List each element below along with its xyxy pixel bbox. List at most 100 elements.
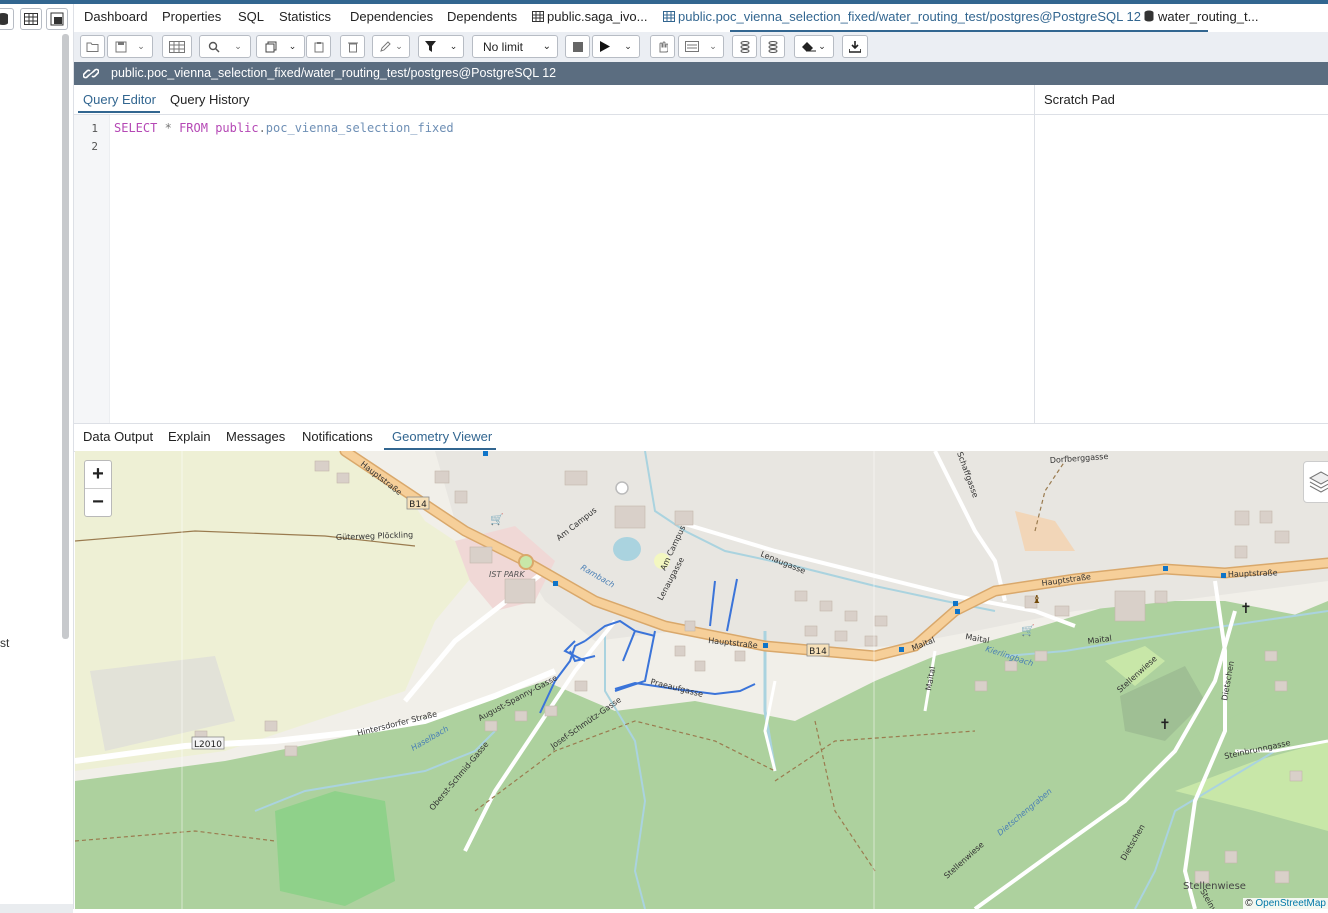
road-shield-label: B14 bbox=[809, 647, 827, 657]
road-shield-label: B14 bbox=[409, 500, 427, 510]
database-icon-button[interactable] bbox=[0, 8, 14, 30]
table-icon bbox=[663, 11, 675, 22]
clear-button[interactable]: ⌄ bbox=[794, 35, 834, 58]
stop-icon bbox=[572, 41, 583, 52]
roundabout bbox=[615, 481, 629, 495]
line-number: 1 bbox=[91, 122, 98, 135]
geometry-map[interactable]: ✝ ✝ ♝ 🛒 🛒 B14 B14 L2010 Hauptstraße Haup… bbox=[75, 451, 1328, 909]
paste-icon bbox=[314, 41, 323, 52]
sql-dot: . bbox=[258, 121, 266, 135]
search-icon bbox=[209, 41, 220, 53]
editor-tab-bar: Query Editor Query History bbox=[74, 85, 1034, 115]
tab-dependencies[interactable]: Dependencies bbox=[350, 9, 433, 24]
layers-icon bbox=[1308, 471, 1328, 493]
line-number-gutter: 1 2 bbox=[74, 115, 110, 423]
tab-properties[interactable]: Properties bbox=[162, 9, 221, 24]
bus-stop-marker bbox=[763, 643, 768, 648]
scratch-pad-title[interactable]: Scratch Pad bbox=[1044, 92, 1115, 107]
edit-button[interactable]: ⌄ bbox=[372, 35, 410, 58]
sql-operator: * bbox=[164, 121, 172, 135]
bus-stop-marker bbox=[953, 601, 958, 606]
zoom-control: + − bbox=[84, 460, 112, 517]
object-explorer-panel: st bbox=[0, 4, 74, 913]
sql-table-name: poc_vienna_selection_fixed bbox=[265, 121, 454, 135]
tab-water-routing[interactable]: water_routing_t... bbox=[1143, 9, 1258, 24]
explain-button[interactable] bbox=[650, 35, 675, 58]
tab-data-output[interactable]: Data Output bbox=[83, 429, 153, 444]
explain-analyze-button[interactable]: ⌄ bbox=[678, 35, 724, 58]
download-icon bbox=[849, 40, 861, 53]
tree-item-partial-text[interactable]: st bbox=[0, 636, 9, 650]
save-file-button[interactable]: ⌄ bbox=[107, 35, 153, 58]
bus-stop-marker bbox=[955, 609, 960, 614]
meadow-area bbox=[275, 791, 395, 906]
tab-explain[interactable]: Explain bbox=[168, 429, 211, 444]
database-icon bbox=[0, 13, 8, 25]
commit-icon bbox=[740, 41, 749, 53]
save-icon bbox=[115, 41, 127, 52]
tab-query-tool-active[interactable]: public.poc_vienna_selection_fixed/water_… bbox=[663, 9, 1141, 24]
tab-query-editor[interactable]: Query Editor bbox=[83, 92, 156, 107]
tab-notifications[interactable]: Notifications bbox=[302, 429, 373, 444]
map-attribution: © OpenStreetMap bbox=[1243, 898, 1328, 909]
result-tab-bar: Data Output Explain Messages Notificatio… bbox=[74, 423, 1328, 452]
bus-stop-marker bbox=[1163, 566, 1168, 571]
tree-scrollbar[interactable] bbox=[62, 34, 69, 639]
list-icon bbox=[685, 41, 700, 52]
bus-stop-marker bbox=[553, 581, 558, 586]
stop-button[interactable] bbox=[565, 35, 590, 58]
roundabout bbox=[518, 554, 534, 570]
grid-icon bbox=[169, 40, 185, 53]
row-limit-select[interactable]: No limit ⌄ bbox=[472, 35, 558, 58]
scratch-pad-panel: Scratch Pad bbox=[1034, 85, 1328, 423]
cemetery-icon: ✝ bbox=[1159, 717, 1171, 733]
find-button[interactable]: ⌄ bbox=[199, 35, 251, 58]
tab-label: public.poc_vienna_selection_fixed/water_… bbox=[678, 9, 1141, 24]
filter-button[interactable]: ⌄ bbox=[418, 35, 464, 58]
attribution-link[interactable]: OpenStreetMap bbox=[1255, 898, 1326, 909]
map-canvas[interactable]: ✝ ✝ ♝ 🛒 🛒 B14 B14 L2010 Hauptstraße Haup… bbox=[75, 451, 1328, 909]
tab-query-history[interactable]: Query History bbox=[170, 92, 249, 107]
delete-button[interactable] bbox=[340, 35, 365, 58]
tab-messages[interactable]: Messages bbox=[226, 429, 285, 444]
connection-label[interactable]: public.poc_vienna_selection_fixed/water_… bbox=[111, 66, 556, 80]
paste-button[interactable] bbox=[306, 35, 331, 58]
folder-open-icon bbox=[86, 42, 98, 52]
commit-button[interactable] bbox=[732, 35, 757, 58]
save-data-changes-button[interactable] bbox=[162, 35, 192, 58]
chevron-down-icon: ⌄ bbox=[395, 41, 403, 51]
sql-code-line[interactable]: SELECT * FROM public.poc_vienna_selectio… bbox=[114, 121, 454, 135]
query-tool-icon bbox=[50, 12, 64, 26]
rollback-button[interactable] bbox=[760, 35, 785, 58]
sql-editor[interactable]: 1 2 SELECT * FROM public.poc_vienna_sele… bbox=[74, 115, 1034, 423]
tab-dashboard[interactable]: Dashboard bbox=[84, 9, 148, 24]
line-number: 2 bbox=[91, 140, 98, 153]
chevron-down-icon: ⌄ bbox=[137, 41, 145, 51]
road-shield-label: L2010 bbox=[194, 740, 222, 750]
hand-icon bbox=[659, 41, 668, 52]
copy-button[interactable]: ⌄ bbox=[256, 35, 305, 58]
download-button[interactable] bbox=[842, 35, 868, 58]
zoom-in-button[interactable]: + bbox=[85, 461, 111, 489]
chevron-down-icon: ⌄ bbox=[542, 41, 551, 52]
rollback-icon bbox=[768, 41, 777, 53]
tab-dependents[interactable]: Dependents bbox=[447, 9, 517, 24]
tab-sql[interactable]: SQL bbox=[238, 9, 264, 24]
table-view-button[interactable] bbox=[20, 8, 42, 30]
bus-stop-marker bbox=[899, 647, 904, 652]
layer-switcher-button[interactable] bbox=[1303, 461, 1328, 503]
attribution-prefix: © bbox=[1245, 898, 1253, 909]
chevron-down-icon: ⌄ bbox=[624, 41, 632, 51]
database-icon bbox=[1144, 10, 1154, 22]
table-icon bbox=[532, 11, 544, 22]
open-file-button[interactable] bbox=[80, 35, 105, 58]
filter-icon bbox=[424, 41, 436, 52]
zoom-out-button[interactable]: − bbox=[85, 489, 111, 516]
eraser-icon bbox=[802, 41, 817, 51]
bus-stop-marker bbox=[483, 451, 488, 456]
tab-saga-table[interactable]: public.saga_ivo... bbox=[532, 9, 647, 24]
execute-button[interactable]: ⌄ bbox=[592, 35, 640, 58]
tab-statistics[interactable]: Statistics bbox=[279, 9, 331, 24]
query-tool-button[interactable] bbox=[46, 8, 68, 30]
tab-geometry-viewer[interactable]: Geometry Viewer bbox=[392, 429, 492, 444]
